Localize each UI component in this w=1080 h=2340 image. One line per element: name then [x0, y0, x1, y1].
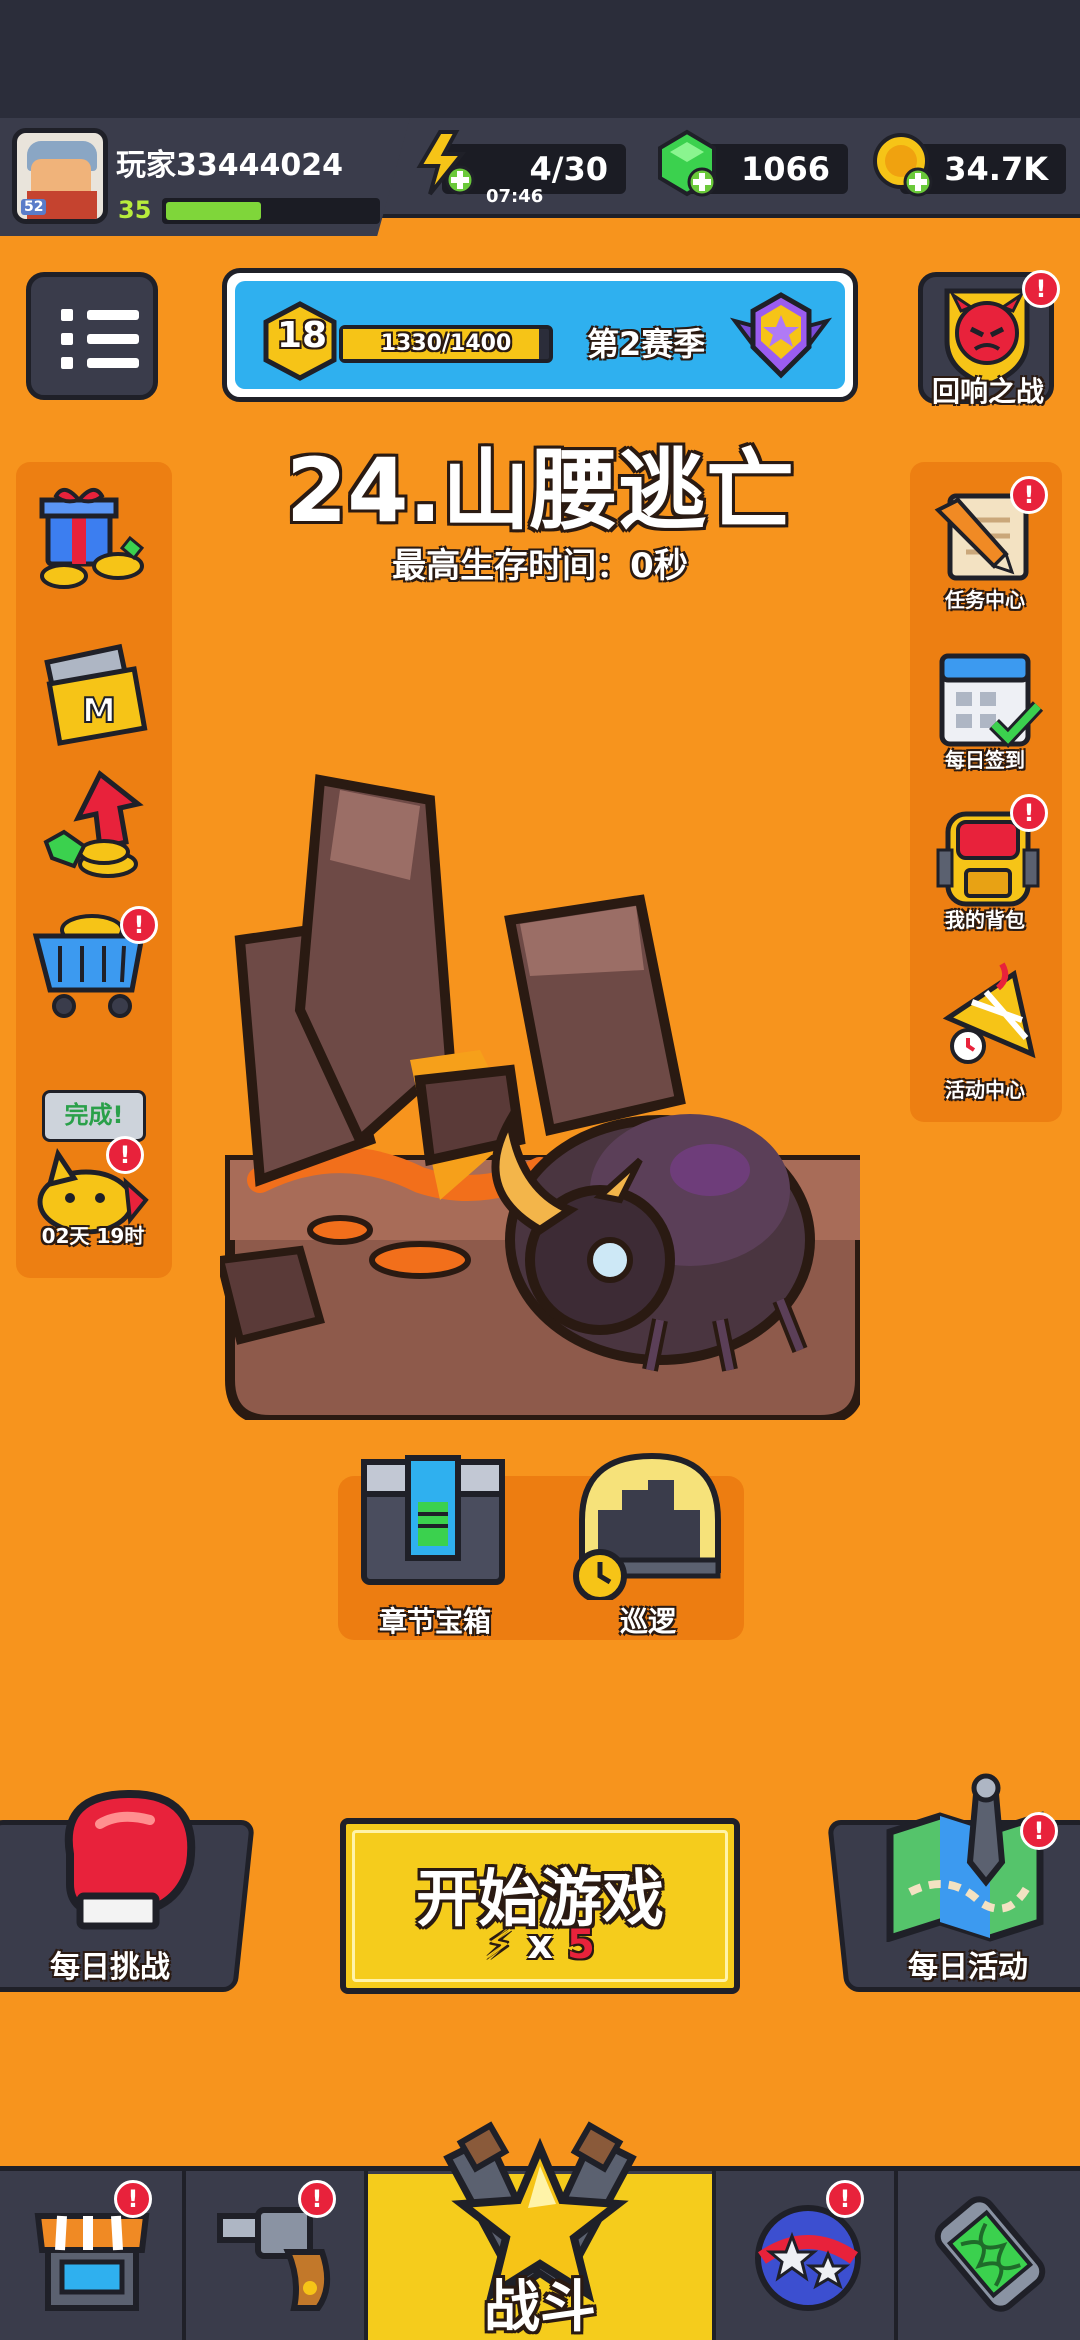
monthly-card-icon[interactable]: M — [34, 638, 154, 758]
season-progress-bar: 1330/1400 — [339, 325, 553, 363]
season-rank-badge-icon — [729, 292, 833, 379]
activity-center-label: 活动中心 — [945, 1078, 1025, 1102]
gem-value: 1066 — [740, 150, 830, 188]
menu-line — [87, 358, 139, 368]
dna-capsule-icon — [934, 2196, 1046, 2312]
svg-text:M: M — [82, 691, 116, 731]
gold-coin-icon — [873, 133, 933, 197]
daily-activity-label: 每日活动 — [908, 1950, 1028, 1985]
energy-bolt-icon — [416, 130, 475, 196]
quest-alert-badge: ! — [1010, 476, 1048, 514]
system-status-bar — [0, 0, 1080, 118]
chapter-chest-label: 章节宝箱 — [378, 1605, 491, 1638]
coin-value: 34.7K — [944, 150, 1048, 188]
calendar-check-icon[interactable] — [928, 640, 1048, 760]
daily-challenge-label: 每日挑战 — [50, 1950, 170, 1985]
green-gem-icon — [658, 129, 717, 197]
battle-tab-label: 战斗 — [484, 2275, 596, 2340]
stage-illustration — [220, 774, 860, 1420]
menu-line — [87, 334, 139, 344]
player-avatar[interactable]: 52 — [12, 128, 108, 224]
daily-signin-label: 每日签到 — [945, 748, 1025, 772]
start-cost-prefix: x — [527, 1922, 554, 1968]
gem-counter[interactable]: 1066 — [658, 129, 848, 197]
shop-tab-alert-badge: ! — [114, 2180, 152, 2218]
season-level: 18 — [277, 315, 328, 356]
menu-button[interactable] — [26, 272, 158, 400]
energy-timer: 07:46 — [486, 186, 544, 207]
my-backpack-label: 我的背包 — [945, 908, 1025, 932]
season-pass-banner[interactable]: 18 1330/1400 第2赛季 — [222, 268, 858, 402]
backpack-alert-badge: ! — [1010, 794, 1048, 832]
player-level: 35 — [118, 196, 152, 224]
talents-tab-alert-badge: ! — [826, 2180, 864, 2218]
season-banner-inner: 18 1330/1400 第2赛季 — [235, 281, 845, 389]
boxing-glove-icon — [64, 1789, 196, 1930]
season-label: 第2赛季 — [587, 325, 706, 363]
daily-activity-alert-badge: ! — [1020, 1812, 1058, 1850]
echo-alert-badge: ! — [1022, 270, 1060, 308]
menu-dot — [61, 333, 73, 345]
season-progress-text: 1330/1400 — [380, 331, 512, 356]
event-timer: 02天 19时 — [41, 1224, 145, 1248]
energy-cost-icon: ⚡ — [485, 1922, 514, 1968]
chapter-chest-icon[interactable] — [358, 1452, 508, 1592]
menu-list-icon — [61, 309, 73, 321]
cat-event-alert-badge: ! — [106, 1136, 144, 1174]
start-cost-value: 5 — [566, 1922, 595, 1968]
player-name: 玩家33444024 — [116, 148, 343, 183]
xp-bar — [162, 198, 380, 224]
patrol-label: 巡逻 — [619, 1605, 676, 1638]
shop-alert-badge: ! — [120, 906, 158, 944]
avatar-tag: 52 — [21, 199, 47, 215]
echo-battle-label: 回响之战 — [931, 375, 1044, 408]
menu-line — [87, 310, 139, 320]
quest-center-label: 任务中心 — [945, 588, 1025, 612]
gift-coins-icon[interactable] — [34, 478, 154, 598]
growth-fund-icon[interactable] — [34, 768, 154, 888]
party-horn-icon[interactable] — [928, 958, 1048, 1078]
start-cost: ⚡ x 5 — [346, 1922, 734, 1968]
treasure-map-icon — [886, 1773, 1044, 1942]
player-profile-panel[interactable]: 52 玩家33444024 35 — [0, 118, 410, 236]
menu-dot — [61, 357, 73, 369]
energy-value: 4/30 — [529, 150, 608, 188]
start-game-button[interactable]: 开始游戏 ⚡ x 5 — [340, 1818, 740, 1994]
coin-counter[interactable]: 34.7K — [873, 133, 1066, 197]
weapons-tab-alert-badge: ! — [298, 2180, 336, 2218]
patrol-icon[interactable] — [568, 1450, 728, 1600]
xp-bar-fill — [166, 202, 261, 220]
